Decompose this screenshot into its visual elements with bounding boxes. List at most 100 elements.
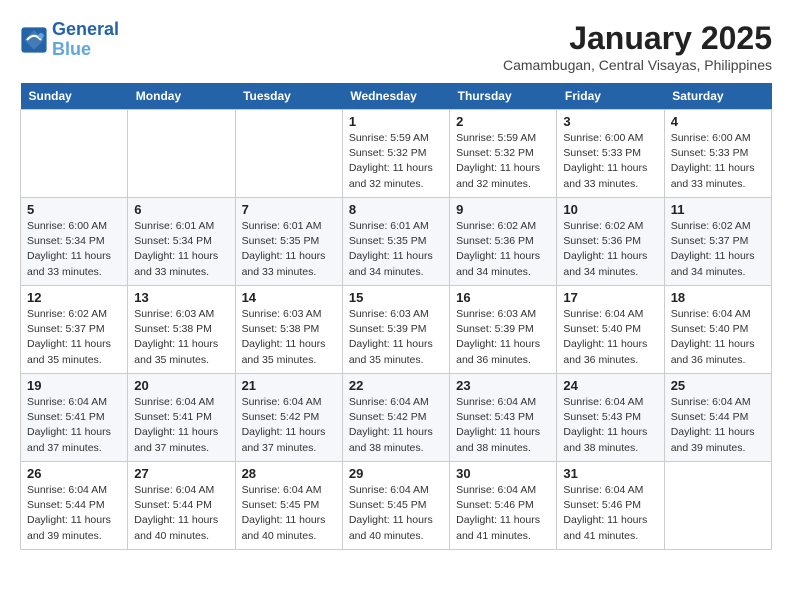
day-number: 31 bbox=[563, 466, 657, 481]
day-info: Sunrise: 6:04 AM Sunset: 5:41 PM Dayligh… bbox=[27, 395, 121, 456]
table-row: 27 Sunrise: 6:04 AM Sunset: 5:44 PM Dayli… bbox=[128, 462, 235, 550]
day-info: Sunrise: 5:59 AM Sunset: 5:32 PM Dayligh… bbox=[349, 131, 443, 192]
day-number: 18 bbox=[671, 290, 765, 305]
table-row: 5 Sunrise: 6:00 AM Sunset: 5:34 PM Daylig… bbox=[21, 198, 128, 286]
day-info: Sunrise: 6:04 AM Sunset: 5:46 PM Dayligh… bbox=[563, 483, 657, 544]
day-number: 19 bbox=[27, 378, 121, 393]
day-info: Sunrise: 6:01 AM Sunset: 5:34 PM Dayligh… bbox=[134, 219, 228, 280]
day-number: 30 bbox=[456, 466, 550, 481]
day-number: 1 bbox=[349, 114, 443, 129]
table-row: 20Sunrise: 6:04 AM Sunset: 5:41 PM Dayli… bbox=[128, 374, 235, 462]
day-info: Sunrise: 6:02 AM Sunset: 5:36 PM Dayligh… bbox=[563, 219, 657, 280]
day-number: 28 bbox=[242, 466, 336, 481]
table-row: 2 Sunrise: 5:59 AM Sunset: 5:32 PM Daylig… bbox=[450, 110, 557, 198]
table-row: 14 Sunrise: 6:03 AM Sunset: 5:38 PM Dayli… bbox=[235, 286, 342, 374]
day-info: Sunrise: 6:04 AM Sunset: 5:42 PM Dayligh… bbox=[242, 395, 336, 456]
day-number: 16 bbox=[456, 290, 550, 305]
day-info: Sunrise: 6:00 AM Sunset: 5:33 PM Dayligh… bbox=[671, 131, 765, 192]
day-number: 11 bbox=[671, 202, 765, 217]
calendar-week-row: 19 Sunrise: 6:04 AM Sunset: 5:41 PM Dayli… bbox=[21, 374, 772, 462]
table-row: 21Sunrise: 6:04 AM Sunset: 5:42 PM Dayli… bbox=[235, 374, 342, 462]
header-saturday: Saturday bbox=[664, 83, 771, 110]
table-row: 7 Sunrise: 6:01 AM Sunset: 5:35 PM Daylig… bbox=[235, 198, 342, 286]
table-row: 13Sunrise: 6:03 AM Sunset: 5:38 PM Dayli… bbox=[128, 286, 235, 374]
header-tuesday: Tuesday bbox=[235, 83, 342, 110]
day-number: 24 bbox=[563, 378, 657, 393]
table-row: 17Sunrise: 6:04 AM Sunset: 5:40 PM Dayli… bbox=[557, 286, 664, 374]
day-number: 20 bbox=[134, 378, 228, 393]
header-friday: Friday bbox=[557, 83, 664, 110]
table-row: 23 Sunrise: 6:04 AM Sunset: 5:43 PM Dayli… bbox=[450, 374, 557, 462]
table-row: 19 Sunrise: 6:04 AM Sunset: 5:41 PM Dayli… bbox=[21, 374, 128, 462]
day-number: 14 bbox=[242, 290, 336, 305]
day-info: Sunrise: 6:02 AM Sunset: 5:36 PM Dayligh… bbox=[456, 219, 550, 280]
day-info: Sunrise: 6:04 AM Sunset: 5:46 PM Dayligh… bbox=[456, 483, 550, 544]
table-row: 10 Sunrise: 6:02 AM Sunset: 5:36 PM Dayli… bbox=[557, 198, 664, 286]
day-info: Sunrise: 6:04 AM Sunset: 5:44 PM Dayligh… bbox=[27, 483, 121, 544]
logo-line2: Blue bbox=[52, 39, 91, 59]
day-number: 29 bbox=[349, 466, 443, 481]
day-info: Sunrise: 5:59 AM Sunset: 5:32 PM Dayligh… bbox=[456, 131, 550, 192]
weekday-header-row: Sunday Monday Tuesday Wednesday Thursday… bbox=[21, 83, 772, 110]
calendar-week-row: 26 Sunrise: 6:04 AM Sunset: 5:44 PM Dayli… bbox=[21, 462, 772, 550]
table-row: 30 Sunrise: 6:04 AM Sunset: 5:46 PM Dayli… bbox=[450, 462, 557, 550]
day-info: Sunrise: 6:00 AM Sunset: 5:33 PM Dayligh… bbox=[563, 131, 657, 192]
day-info: Sunrise: 6:04 AM Sunset: 5:44 PM Dayligh… bbox=[671, 395, 765, 456]
table-row: 8 Sunrise: 6:01 AM Sunset: 5:35 PM Daylig… bbox=[342, 198, 449, 286]
header-sunday: Sunday bbox=[21, 83, 128, 110]
day-info: Sunrise: 6:04 AM Sunset: 5:43 PM Dayligh… bbox=[563, 395, 657, 456]
table-row: 15Sunrise: 6:03 AM Sunset: 5:39 PM Dayli… bbox=[342, 286, 449, 374]
day-info: Sunrise: 6:04 AM Sunset: 5:43 PM Dayligh… bbox=[456, 395, 550, 456]
day-info: Sunrise: 6:00 AM Sunset: 5:34 PM Dayligh… bbox=[27, 219, 121, 280]
day-number: 9 bbox=[456, 202, 550, 217]
table-row: 26 Sunrise: 6:04 AM Sunset: 5:44 PM Dayli… bbox=[21, 462, 128, 550]
day-number: 4 bbox=[671, 114, 765, 129]
day-number: 25 bbox=[671, 378, 765, 393]
day-number: 10 bbox=[563, 202, 657, 217]
table-row: 29 Sunrise: 6:04 AM Sunset: 5:45 PM Dayli… bbox=[342, 462, 449, 550]
day-number: 5 bbox=[27, 202, 121, 217]
day-info: Sunrise: 6:03 AM Sunset: 5:39 PM Dayligh… bbox=[456, 307, 550, 368]
day-number: 6 bbox=[134, 202, 228, 217]
logo-text: General Blue bbox=[52, 20, 119, 60]
table-row: 24 Sunrise: 6:04 AM Sunset: 5:43 PM Dayli… bbox=[557, 374, 664, 462]
table-row: 25 Sunrise: 6:04 AM Sunset: 5:44 PM Dayli… bbox=[664, 374, 771, 462]
table-row: 6 Sunrise: 6:01 AM Sunset: 5:34 PM Daylig… bbox=[128, 198, 235, 286]
day-info: Sunrise: 6:02 AM Sunset: 5:37 PM Dayligh… bbox=[671, 219, 765, 280]
day-number: 2 bbox=[456, 114, 550, 129]
table-row bbox=[664, 462, 771, 550]
location-subtitle: Camambugan, Central Visayas, Philippines bbox=[503, 57, 772, 73]
day-number: 8 bbox=[349, 202, 443, 217]
table-row: 4 Sunrise: 6:00 AM Sunset: 5:33 PM Daylig… bbox=[664, 110, 771, 198]
day-info: Sunrise: 6:01 AM Sunset: 5:35 PM Dayligh… bbox=[349, 219, 443, 280]
day-info: Sunrise: 6:04 AM Sunset: 5:45 PM Dayligh… bbox=[349, 483, 443, 544]
table-row bbox=[235, 110, 342, 198]
logo-icon bbox=[20, 26, 48, 54]
header-monday: Monday bbox=[128, 83, 235, 110]
table-row: 12 Sunrise: 6:02 AM Sunset: 5:37 PM Dayli… bbox=[21, 286, 128, 374]
month-title: January 2025 bbox=[503, 20, 772, 57]
table-row: 16 Sunrise: 6:03 AM Sunset: 5:39 PM Dayli… bbox=[450, 286, 557, 374]
day-info: Sunrise: 6:04 AM Sunset: 5:44 PM Dayligh… bbox=[134, 483, 228, 544]
table-row: 28 Sunrise: 6:04 AM Sunset: 5:45 PM Dayli… bbox=[235, 462, 342, 550]
table-row: 3Sunrise: 6:00 AM Sunset: 5:33 PM Daylig… bbox=[557, 110, 664, 198]
logo: General Blue bbox=[20, 20, 119, 60]
day-number: 26 bbox=[27, 466, 121, 481]
day-number: 22 bbox=[349, 378, 443, 393]
calendar-week-row: 5 Sunrise: 6:00 AM Sunset: 5:34 PM Daylig… bbox=[21, 198, 772, 286]
table-row: 9 Sunrise: 6:02 AM Sunset: 5:36 PM Daylig… bbox=[450, 198, 557, 286]
day-info: Sunrise: 6:03 AM Sunset: 5:38 PM Dayligh… bbox=[242, 307, 336, 368]
day-info: Sunrise: 6:03 AM Sunset: 5:39 PM Dayligh… bbox=[349, 307, 443, 368]
day-number: 7 bbox=[242, 202, 336, 217]
title-area: January 2025 Camambugan, Central Visayas… bbox=[503, 20, 772, 73]
day-info: Sunrise: 6:01 AM Sunset: 5:35 PM Dayligh… bbox=[242, 219, 336, 280]
table-row: 1 Sunrise: 5:59 AM Sunset: 5:32 PM Daylig… bbox=[342, 110, 449, 198]
day-number: 17 bbox=[563, 290, 657, 305]
day-number: 12 bbox=[27, 290, 121, 305]
day-info: Sunrise: 6:02 AM Sunset: 5:37 PM Dayligh… bbox=[27, 307, 121, 368]
day-number: 27 bbox=[134, 466, 228, 481]
day-info: Sunrise: 6:04 AM Sunset: 5:45 PM Dayligh… bbox=[242, 483, 336, 544]
day-info: Sunrise: 6:04 AM Sunset: 5:42 PM Dayligh… bbox=[349, 395, 443, 456]
table-row: 18Sunrise: 6:04 AM Sunset: 5:40 PM Dayli… bbox=[664, 286, 771, 374]
day-number: 23 bbox=[456, 378, 550, 393]
